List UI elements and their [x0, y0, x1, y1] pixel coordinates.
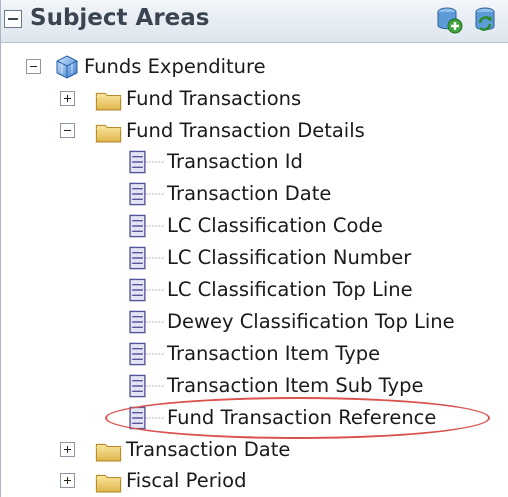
folder-icon: [94, 89, 123, 111]
column-dewey-classification-top-line[interactable]: Dewey Classification Top Line: [1, 306, 508, 337]
column-icon: [129, 406, 165, 430]
folder-label: Fund Transactions: [126, 87, 302, 110]
add-subject-area-icon[interactable]: [434, 5, 464, 35]
column-lc-classification-code[interactable]: LC Classification Code: [1, 210, 508, 241]
column-transaction-date[interactable]: Transaction Date: [1, 178, 508, 209]
column-label: Transaction Date: [167, 182, 332, 205]
column-label: Transaction Item Sub Type: [167, 374, 424, 397]
column-lc-classification-top-line[interactable]: LC Classification Top Line: [1, 274, 508, 305]
collapse-root-button[interactable]: [26, 59, 41, 74]
folder-fiscal-period[interactable]: Fiscal Period: [1, 465, 508, 496]
column-label: LC Classification Number: [167, 246, 412, 269]
column-label: Transaction Item Type: [167, 342, 381, 365]
column-icon: [129, 310, 165, 334]
column-label: Dewey Classification Top Line: [167, 310, 455, 333]
panel-title: Subject Areas: [30, 5, 210, 31]
column-icon: [129, 150, 165, 174]
tree-root-label: Funds Expenditure: [84, 55, 266, 78]
folder-icon: [94, 121, 123, 143]
expand-folder-button[interactable]: [60, 91, 75, 106]
tree-root-funds-expenditure[interactable]: Funds Expenditure: [1, 51, 508, 82]
folder-label: Fiscal Period: [126, 469, 247, 492]
panel-header: Subject Areas: [1, 0, 508, 43]
expand-folder-button[interactable]: [60, 473, 75, 488]
folder-transaction-date[interactable]: Transaction Date: [1, 434, 508, 465]
folder-fund-transaction-details[interactable]: Fund Transaction Details: [1, 115, 508, 146]
subject-areas-panel: Subject Areas Funds Expenditure Fund Tra…: [0, 0, 508, 497]
column-lc-classification-number[interactable]: LC Classification Number: [1, 242, 508, 273]
expand-folder-button[interactable]: [60, 442, 75, 457]
collapse-folder-button[interactable]: [60, 123, 75, 138]
collapse-panel-button[interactable]: [4, 10, 22, 28]
column-icon: [129, 246, 165, 270]
folder-icon: [94, 471, 123, 493]
cube-icon: [56, 55, 78, 79]
folder-icon: [94, 440, 123, 462]
folder-label: Fund Transaction Details: [126, 119, 365, 142]
column-transaction-item-type[interactable]: Transaction Item Type: [1, 338, 508, 369]
column-label: LC Classification Code: [167, 214, 383, 237]
column-icon: [129, 374, 165, 398]
column-transaction-item-sub-type[interactable]: Transaction Item Sub Type: [1, 370, 508, 401]
refresh-icon[interactable]: [470, 5, 500, 35]
column-label: Fund Transaction Reference: [167, 406, 437, 429]
column-transaction-id[interactable]: Transaction Id: [1, 146, 508, 177]
column-icon: [129, 182, 165, 206]
folder-fund-transactions[interactable]: Fund Transactions: [1, 83, 508, 114]
column-icon: [129, 214, 165, 238]
column-icon: [129, 278, 165, 302]
column-label: LC Classification Top Line: [167, 278, 413, 301]
column-fund-transaction-reference[interactable]: Fund Transaction Reference: [1, 402, 508, 433]
column-icon: [129, 342, 165, 366]
folder-label: Transaction Date: [126, 438, 291, 461]
column-label: Transaction Id: [167, 150, 303, 173]
